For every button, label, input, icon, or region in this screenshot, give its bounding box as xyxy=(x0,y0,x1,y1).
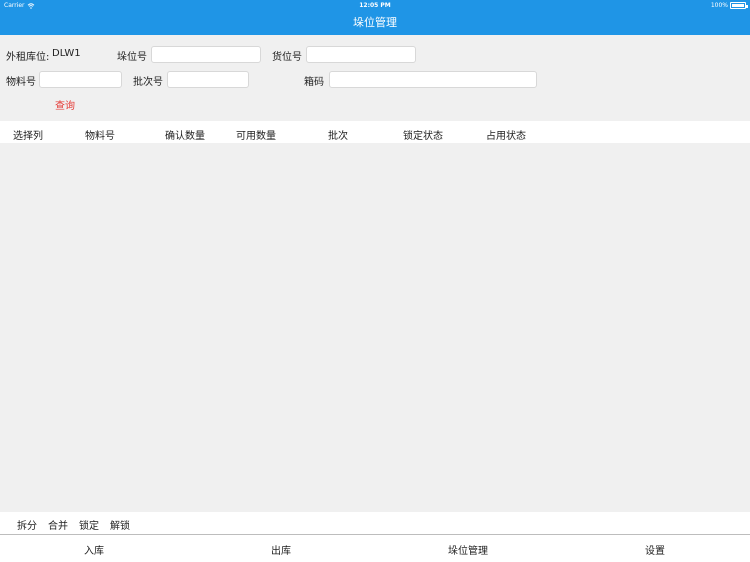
status-time: 12:05 PM xyxy=(359,2,391,9)
cargo-label: 货位号 xyxy=(272,52,302,63)
material-input[interactable] xyxy=(39,71,122,88)
lock-button[interactable]: 锁定 xyxy=(79,517,99,532)
cargo-input[interactable] xyxy=(306,46,416,63)
column-header-lock-status: 锁定状态 xyxy=(403,131,443,142)
column-header-batch: 批次 xyxy=(328,131,348,142)
batch-input[interactable] xyxy=(167,71,249,88)
page-title: 垛位管理 xyxy=(353,16,397,29)
tab-outbound[interactable]: 出库 xyxy=(271,542,291,557)
stack-label: 垛位号 xyxy=(117,52,147,63)
column-header-available-qty: 可用数量 xyxy=(236,131,276,142)
column-header-material: 物料号 xyxy=(85,131,115,142)
tab-stack-management[interactable]: 垛位管理 xyxy=(448,542,488,557)
unlock-button[interactable]: 解锁 xyxy=(110,517,130,532)
battery-percent: 100% xyxy=(710,2,728,9)
tab-settings[interactable]: 设置 xyxy=(645,542,665,557)
tab-inbound[interactable]: 入库 xyxy=(84,542,104,557)
stack-input[interactable] xyxy=(151,46,261,63)
box-label: 箱码 xyxy=(304,77,324,88)
navigation-bar: Carrier 12:05 PM 100% 垛位管理 xyxy=(0,0,750,35)
box-input[interactable] xyxy=(329,71,537,88)
column-header-confirmed-qty: 确认数量 xyxy=(165,131,205,142)
battery-icon xyxy=(730,2,748,9)
batch-label: 批次号 xyxy=(133,77,163,88)
column-header-occupy-status: 占用状态 xyxy=(486,131,526,142)
split-button[interactable]: 拆分 xyxy=(17,517,37,532)
search-form: 外租库位: DLW1 垛位号 货位号 物料号 批次号 箱码 查询 xyxy=(0,35,750,121)
column-header-select: 选择列 xyxy=(13,131,43,142)
warehouse-value: DLW1 xyxy=(52,48,81,59)
query-button[interactable]: 查询 xyxy=(55,97,75,112)
merge-button[interactable]: 合并 xyxy=(48,517,68,532)
warehouse-label: 外租库位: xyxy=(6,52,50,63)
status-battery: 100% xyxy=(710,2,748,9)
table-body[interactable] xyxy=(0,143,750,512)
tab-bar: 入库 出库 垛位管理 设置 xyxy=(0,534,750,562)
material-label: 物料号 xyxy=(6,77,36,88)
table-header: 选择列 物料号 确认数量 可用数量 批次 锁定状态 占用状态 xyxy=(0,121,750,143)
action-bar: 拆分 合并 锁定 解锁 xyxy=(0,512,750,534)
